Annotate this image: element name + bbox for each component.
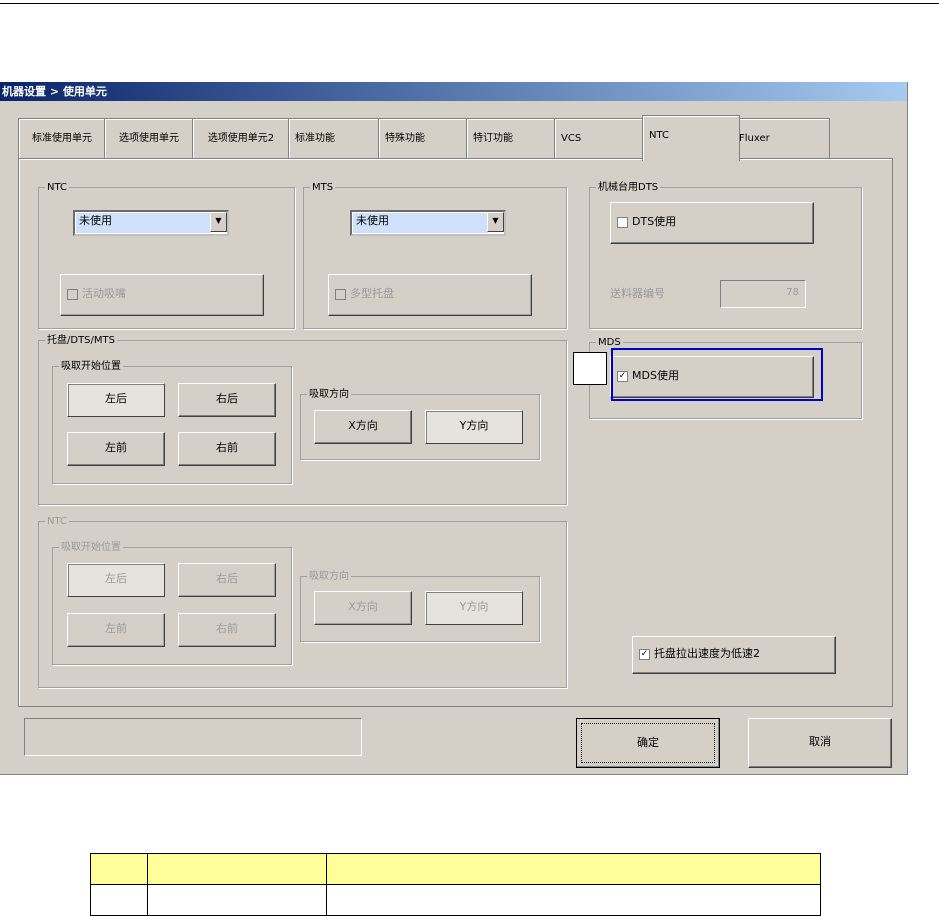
tab-special-functions[interactable]: 特殊功能: [378, 118, 474, 159]
ntc-pick-start-label: 吸取开始位置: [59, 541, 123, 554]
checkbox-checked-icon: ✓: [639, 648, 650, 660]
multi-tray-checkbox[interactable]: 多型托盘: [328, 274, 532, 316]
tray-low-speed-checkbox[interactable]: ✓ 托盘拉出速度为低速2: [632, 636, 836, 674]
tab-custom-functions[interactable]: 特订功能: [466, 118, 562, 159]
ntc-select-value: 未使用: [76, 213, 211, 233]
table-cell: [147, 884, 327, 916]
checkbox-icon: [335, 288, 346, 300]
x-direction-button[interactable]: X方向: [314, 410, 412, 444]
machine-dts-group-label: 机械台用DTS: [596, 181, 661, 194]
dts-use-checkbox[interactable]: DTS使用: [610, 202, 814, 244]
table-row: [90, 884, 821, 916]
checkbox-icon: [617, 216, 628, 228]
tab-standard-functions[interactable]: 标准功能: [288, 118, 386, 159]
window-title: 机器设置 > 使用单元: [0, 82, 907, 101]
table-cell: [147, 853, 327, 885]
page-rule: [0, 3, 939, 4]
pick-start-position-label: 吸取开始位置: [59, 360, 123, 373]
active-nozzle-checkbox[interactable]: 活动吸嘴: [60, 274, 264, 316]
tab-fluxer[interactable]: Fluxer: [732, 118, 830, 159]
mts-group-label: MTS: [310, 181, 336, 194]
callout-marker: [573, 352, 607, 385]
ntc-y-direction-button[interactable]: Y方向: [425, 591, 523, 625]
description-table: [90, 853, 821, 916]
feeder-number-field[interactable]: 78: [720, 280, 806, 308]
chevron-down-icon[interactable]: ▼: [210, 212, 227, 232]
ntc-left-rear-button[interactable]: 左后: [67, 563, 165, 597]
left-rear-button[interactable]: 左后: [67, 383, 165, 417]
ntc-pick-direction-label: 吸取方向: [307, 570, 351, 583]
table-cell: [326, 884, 821, 916]
right-rear-button[interactable]: 右后: [178, 383, 276, 417]
mts-select[interactable]: 未使用 ▼: [350, 210, 506, 236]
mts-select-value: 未使用: [353, 213, 488, 233]
table-row: [90, 853, 821, 885]
tab-option-units-2[interactable]: 选项使用单元2: [192, 118, 290, 159]
right-front-button[interactable]: 右前: [178, 432, 276, 466]
tray-dts-mts-group-label: 托盘/DTS/MTS: [45, 334, 117, 347]
ok-button[interactable]: 确定: [576, 718, 720, 768]
table-cell: [90, 884, 148, 916]
y-direction-button[interactable]: Y方向: [425, 410, 523, 444]
feeder-number-value: 78: [786, 287, 799, 298]
ntc-select[interactable]: 未使用 ▼: [73, 210, 229, 236]
feeder-number-label: 送料器编号: [610, 287, 665, 300]
ntc-group-label: NTC: [45, 181, 69, 194]
cancel-button[interactable]: 取消: [748, 718, 892, 768]
pick-direction-label: 吸取方向: [307, 388, 351, 401]
tab-vcs[interactable]: VCS: [554, 118, 650, 159]
checkbox-icon: [67, 288, 78, 300]
ntc-right-rear-button[interactable]: 右后: [178, 563, 276, 597]
status-field: [24, 718, 362, 756]
highlight-box: [611, 348, 823, 401]
ntc-pick-group-label: NTC: [45, 515, 69, 528]
tab-standard-units[interactable]: 标准使用单元: [18, 118, 106, 159]
ntc-left-front-button[interactable]: 左前: [67, 613, 165, 647]
tab-option-units[interactable]: 选项使用单元: [104, 118, 194, 159]
chevron-down-icon[interactable]: ▼: [487, 212, 504, 232]
ok-button-label: 确定: [581, 723, 715, 763]
table-cell: [90, 853, 148, 885]
table-cell: [326, 853, 821, 885]
ntc-right-front-button[interactable]: 右前: [178, 613, 276, 647]
left-front-button[interactable]: 左前: [67, 432, 165, 466]
tab-ntc[interactable]: NTC: [642, 115, 740, 161]
ntc-x-direction-button[interactable]: X方向: [314, 591, 412, 625]
